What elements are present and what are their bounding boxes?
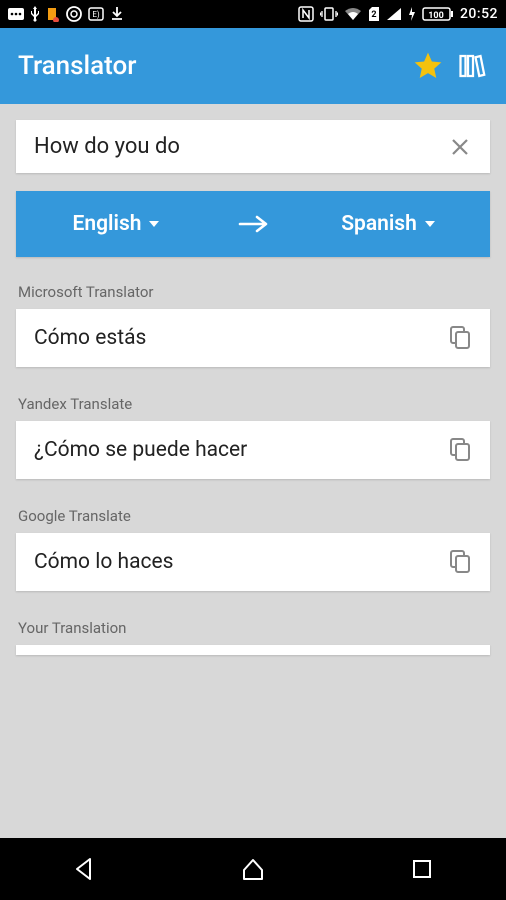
source-text-input[interactable]: How do you do [34, 134, 448, 159]
home-button[interactable] [213, 849, 293, 889]
copy-icon[interactable] [448, 325, 472, 351]
battery-icon: 100 [422, 7, 454, 21]
result-card: Cómo estás [16, 309, 490, 367]
status-right: 2 100 20:52 [298, 6, 498, 22]
page-title: Translator [18, 51, 398, 81]
copy-icon[interactable] [448, 549, 472, 575]
signal-icon [386, 7, 402, 21]
usb-icon [30, 6, 40, 22]
nfc-icon [298, 6, 314, 22]
provider-label: Google Translate [16, 507, 490, 525]
custom-translation-label: Your Translation [16, 619, 490, 637]
app-bar: Translator [0, 28, 506, 104]
recent-apps-button[interactable] [382, 849, 462, 889]
favorite-icon[interactable] [412, 50, 444, 82]
app-notif-icon [46, 6, 60, 22]
back-button[interactable] [44, 849, 124, 889]
wifi-icon [344, 7, 362, 21]
chevron-down-icon [423, 217, 437, 231]
custom-translation-card[interactable] [16, 645, 490, 655]
download-icon [110, 6, 124, 22]
translation-text: ¿Cómo se puede hacer [34, 438, 448, 462]
vibrate-icon [320, 6, 338, 22]
chrome-icon [66, 6, 82, 22]
system-nav-bar [0, 838, 506, 900]
source-language-button[interactable]: English [16, 212, 218, 236]
result-card: ¿Cómo se puede hacer [16, 421, 490, 479]
svg-text:E): E) [92, 10, 100, 19]
target-language-label: Spanish [341, 212, 417, 236]
status-bar: E) 2 100 20:52 [0, 0, 506, 28]
chevron-down-icon [147, 217, 161, 231]
clock: 20:52 [460, 6, 498, 22]
target-language-button[interactable]: Spanish [288, 212, 490, 236]
content: How do you do English Spanish Microsoft … [0, 104, 506, 671]
charging-icon [408, 6, 416, 22]
copy-icon[interactable] [448, 437, 472, 463]
more-icon [8, 8, 24, 20]
arrow-right-icon [236, 212, 270, 236]
result-card: Cómo lo haces [16, 533, 490, 591]
clear-icon[interactable] [448, 135, 472, 159]
swap-languages-button[interactable] [218, 212, 288, 236]
translation-text: Cómo lo haces [34, 550, 448, 574]
svg-text:2: 2 [371, 10, 376, 20]
source-language-label: English [73, 212, 142, 236]
provider-label: Yandex Translate [16, 395, 490, 413]
library-icon[interactable] [458, 51, 488, 81]
input-card: How do you do [16, 120, 490, 173]
svg-text:100: 100 [428, 11, 444, 21]
language-bar: English Spanish [16, 191, 490, 257]
sim-icon: 2 [368, 6, 380, 22]
translation-text: Cómo estás [34, 326, 448, 350]
badge-icon: E) [88, 7, 104, 21]
status-left: E) [8, 6, 124, 22]
provider-label: Microsoft Translator [16, 283, 490, 301]
